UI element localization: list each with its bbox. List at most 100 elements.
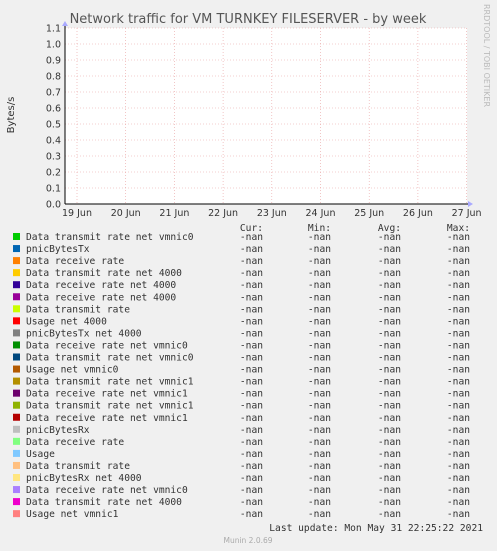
legend-max-value: -nan bbox=[447, 365, 470, 376]
legend-cur-value: -nan bbox=[240, 377, 263, 388]
legend-avg-value: -nan bbox=[378, 304, 401, 315]
legend-min-value: -nan bbox=[308, 473, 331, 484]
legend-max-value: -nan bbox=[447, 437, 470, 448]
legend-swatch bbox=[13, 257, 20, 265]
y-axis-arrow-icon bbox=[62, 21, 68, 26]
legend-item: Data receive rate net 4000 -nan -nan -nan -n… bbox=[13, 292, 470, 303]
legend-series-name: Data transmit rate net vmnic0 bbox=[26, 232, 194, 243]
legend-max-value: -nan bbox=[447, 353, 470, 364]
legend-cur-value: -nan bbox=[240, 401, 263, 412]
legend-swatch bbox=[13, 461, 20, 469]
legend-avg-value: -nan bbox=[378, 389, 401, 400]
rrdtool-credit: RRDTOOL / TOBI OETIKER bbox=[482, 4, 491, 107]
legend-item: Usage -nan -nan -nan -nan bbox=[13, 449, 470, 460]
legend-avg-value: -nan bbox=[378, 232, 401, 243]
legend-avg-value: -nan bbox=[378, 256, 401, 267]
legend-min-value: -nan bbox=[308, 437, 331, 448]
y-tick-label: 0.8 bbox=[46, 72, 61, 83]
legend-swatch bbox=[13, 317, 20, 325]
legend-item: Data receive rate net vmnic0 -nan -nan -nan… bbox=[13, 485, 470, 496]
y-tick-label: 0.4 bbox=[46, 136, 61, 147]
legend-avg-value: -nan bbox=[378, 268, 401, 279]
legend-swatch bbox=[13, 437, 20, 445]
y-tick-label: 0.5 bbox=[46, 120, 61, 131]
legend-min-value: -nan bbox=[308, 292, 331, 303]
legend-min-value: -nan bbox=[308, 280, 331, 291]
legend-avg-value: -nan bbox=[378, 449, 401, 460]
legend-avg-value: -nan bbox=[378, 365, 401, 376]
legend-item: Data receive rate net vmnic0 -nan -nan -nan… bbox=[13, 340, 470, 351]
legend-swatch bbox=[13, 474, 20, 481]
x-axis-arrow-icon bbox=[468, 201, 473, 207]
legend-series-name: Usage net vmnic0 bbox=[26, 365, 119, 376]
legend-series-name: Usage bbox=[26, 449, 55, 460]
legend-avg-value: -nan bbox=[378, 485, 401, 496]
legend-max-value: -nan bbox=[447, 425, 470, 436]
legend-max-value: -nan bbox=[447, 328, 470, 339]
legend-item: pnicBytesTx net 4000 -nan -nan -nan -nan bbox=[13, 328, 470, 339]
legend-item: Data receive rate -nan -nan -nan -nan bbox=[13, 256, 470, 267]
legend-series-name: Usage net 4000 bbox=[26, 316, 107, 327]
legend-max-value: -nan bbox=[447, 316, 470, 327]
legend-avg-value: -nan bbox=[378, 425, 401, 436]
legend-avg-value: -nan bbox=[378, 280, 401, 291]
legend-max-value: -nan bbox=[447, 485, 470, 496]
legend-min-value: -nan bbox=[308, 485, 331, 496]
legend-min-value: -nan bbox=[308, 244, 331, 255]
legend-cur-value: -nan bbox=[240, 232, 263, 243]
x-tick-label: 25 Jun bbox=[354, 208, 384, 219]
legend-min-value: -nan bbox=[308, 340, 331, 351]
legend-swatch bbox=[13, 498, 20, 506]
legend-avg-value: -nan bbox=[378, 413, 401, 424]
legend-min-value: -nan bbox=[308, 328, 331, 339]
legend-avg-value: -nan bbox=[378, 461, 401, 472]
legend-item: Data transmit rate -nan -nan -nan -nan bbox=[13, 304, 470, 315]
legend-min-value: -nan bbox=[308, 401, 331, 412]
legend-series-name: Data receive rate bbox=[26, 437, 124, 448]
legend-item: Usage net vmnic0 -nan -nan -nan -nan bbox=[13, 365, 470, 376]
x-tick-label: 26 Jun bbox=[403, 208, 433, 219]
legend-swatch bbox=[13, 341, 20, 349]
legend-swatch bbox=[13, 293, 20, 301]
legend-cur-value: -nan bbox=[240, 509, 263, 520]
legend-series-name: Data transmit rate net vmnic1 bbox=[26, 401, 194, 412]
y-tick-label: 0.2 bbox=[46, 168, 61, 179]
legend-avg-value: -nan bbox=[378, 328, 401, 339]
chart-title: Network traffic for VM TURNKEY FILESERVE… bbox=[70, 12, 427, 27]
legend-avg-value: -nan bbox=[378, 316, 401, 327]
legend-series-name: Data receive rate net vmnic0 bbox=[26, 485, 188, 496]
legend-max-value: -nan bbox=[447, 232, 470, 243]
legend-item: Data transmit rate net 4000 -nan -nan -nan -… bbox=[13, 268, 470, 279]
legend-min-value: -nan bbox=[308, 304, 331, 315]
legend-series-name: Data transmit rate net vmnic0 bbox=[26, 353, 194, 364]
legend-swatch bbox=[13, 486, 20, 494]
legend-item: Data receive rate net vmnic1 -nan -nan -nan… bbox=[13, 413, 470, 424]
legend-swatch bbox=[13, 245, 20, 253]
legend-cur-value: -nan bbox=[240, 425, 263, 436]
legend-swatch bbox=[13, 269, 20, 277]
legend-max-value: -nan bbox=[447, 268, 470, 279]
legend-min-value: -nan bbox=[308, 497, 331, 508]
legend-swatch bbox=[13, 389, 20, 397]
legend-max-value: -nan bbox=[447, 461, 470, 472]
legend-cur-value: -nan bbox=[240, 280, 263, 291]
legend-series-name: Usage net vmnic1 bbox=[26, 509, 119, 520]
legend: Data transmit rate net vmnic0 -nan -nan -na… bbox=[13, 232, 470, 520]
legend-cur-value: -nan bbox=[240, 340, 263, 351]
legend-cur-value: -nan bbox=[240, 497, 263, 508]
legend-cur-value: -nan bbox=[240, 256, 263, 267]
legend-series-name: Data transmit rate net 4000 bbox=[26, 268, 182, 279]
legend-max-value: -nan bbox=[447, 449, 470, 460]
legend-series-name: pnicBytesRx bbox=[26, 425, 90, 436]
y-tick-labels: 0.0 0.1 0.2 0.3 0.4 0.5 0.6 0.7 0.8 0.9 1.0 1.1 bbox=[46, 24, 61, 211]
legend-swatch bbox=[13, 449, 20, 457]
legend-swatch bbox=[13, 305, 20, 313]
legend-max-value: -nan bbox=[447, 292, 470, 303]
legend-series-name: Data receive rate net vmnic1 bbox=[26, 413, 188, 424]
legend-series-name: Data transmit rate bbox=[26, 461, 130, 472]
legend-item: Data transmit rate net vmnic1 -nan -nan -na… bbox=[13, 377, 470, 388]
x-tick-label: 19 Jun bbox=[62, 208, 92, 219]
legend-swatch bbox=[13, 353, 20, 361]
legend-series-name: pnicBytesTx bbox=[26, 244, 90, 255]
legend-series-name: Data receive rate net vmnic1 bbox=[26, 389, 188, 400]
